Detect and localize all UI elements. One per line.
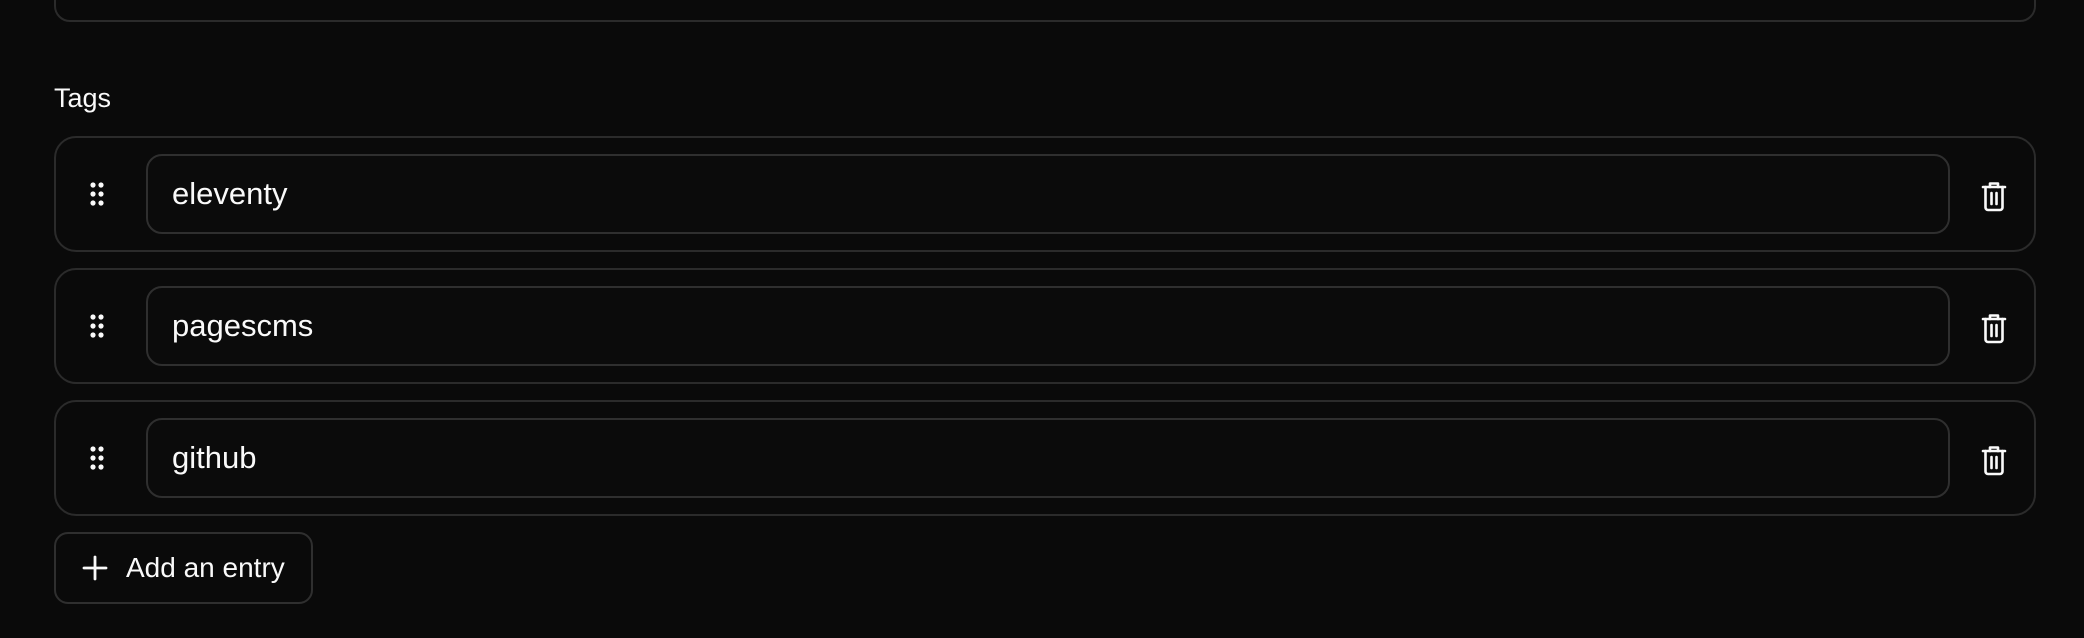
- tag-entry: [54, 268, 2036, 384]
- page: Tags eleventy pagescms github Add an ent…: [0, 0, 2084, 638]
- tag-input[interactable]: [146, 418, 1950, 498]
- grip-vertical-icon[interactable]: [90, 446, 104, 470]
- trash-icon: [1981, 312, 2007, 344]
- grip-vertical-icon[interactable]: [90, 182, 104, 206]
- tags-field-label: Tags: [54, 83, 112, 113]
- previous-field-bottom-edge: [54, 0, 2036, 22]
- trash-icon: [1981, 180, 2007, 212]
- tag-input[interactable]: [146, 286, 1950, 366]
- add-entry-label: Add an entry: [126, 552, 285, 583]
- tag-entry: [54, 400, 2036, 516]
- tag-input[interactable]: [146, 154, 1950, 234]
- add-entry-button[interactable]: Add an entry: [54, 532, 313, 604]
- tag-entry: [54, 136, 2036, 252]
- plus-icon: [82, 555, 108, 581]
- delete-entry-button[interactable]: [1974, 308, 2014, 348]
- grip-vertical-icon[interactable]: [90, 314, 104, 338]
- trash-icon: [1981, 444, 2007, 476]
- delete-entry-button[interactable]: [1974, 176, 2014, 216]
- delete-entry-button[interactable]: [1974, 440, 2014, 480]
- tags-entry-list: [54, 136, 2036, 532]
